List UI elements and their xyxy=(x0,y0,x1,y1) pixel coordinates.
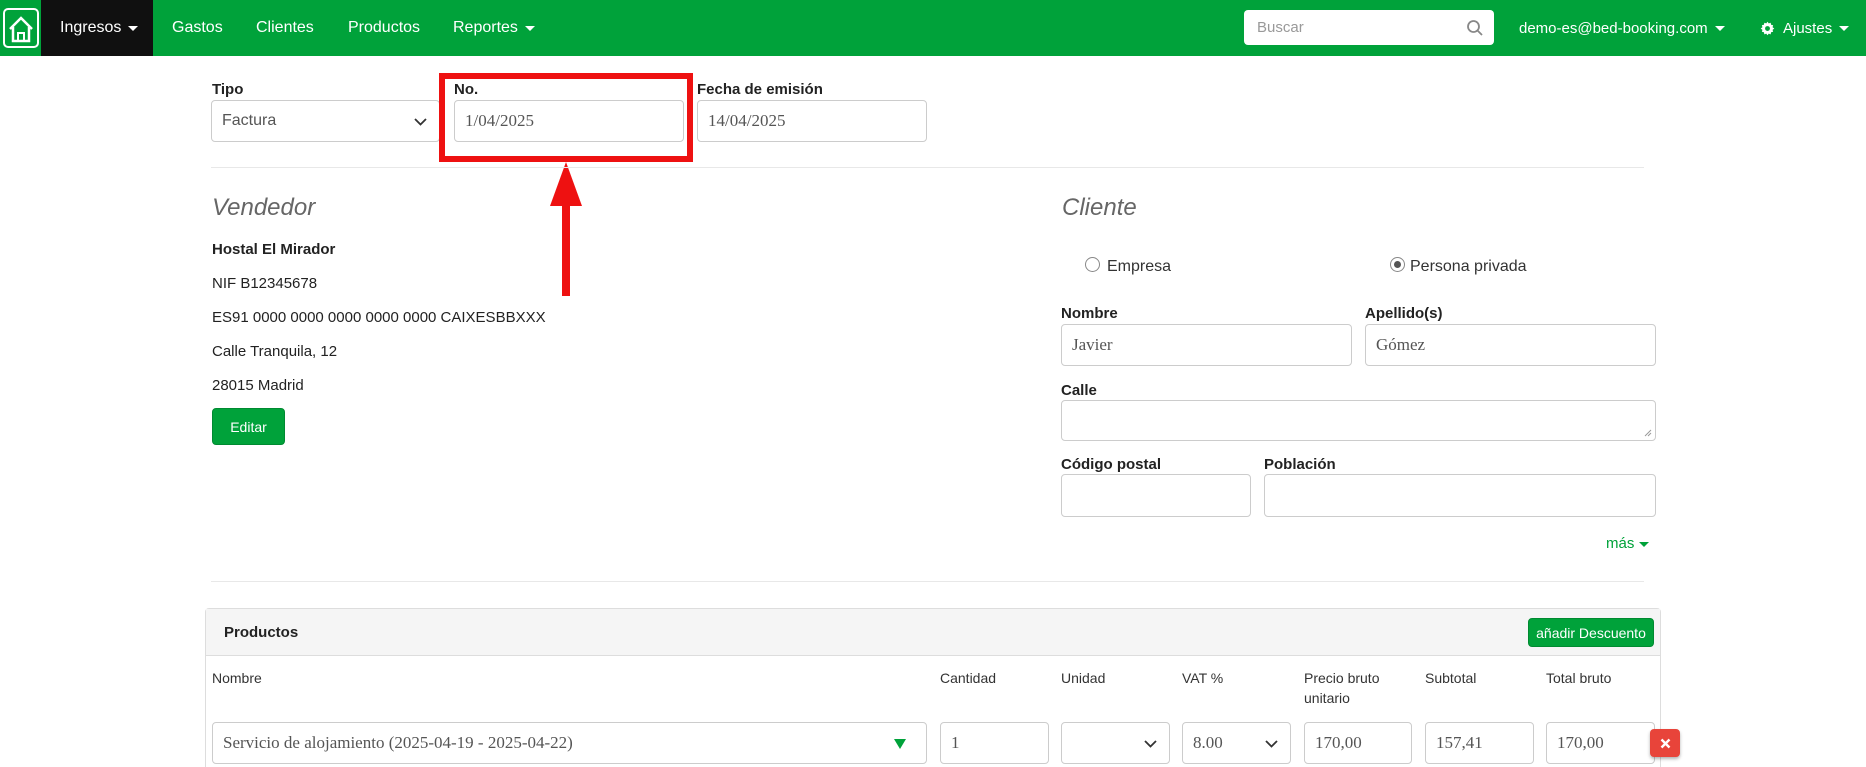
products-panel-header: Productos añadir Descuento xyxy=(206,609,1660,656)
nav-products-label: Productos xyxy=(348,19,421,36)
triangle-down-icon xyxy=(894,739,906,749)
unit-select[interactable] xyxy=(1061,722,1170,764)
client-title: Cliente xyxy=(1062,194,1137,221)
top-navbar: Ingresos Gastos Clientes Productos Repor… xyxy=(0,0,1866,56)
caret-down-icon xyxy=(524,25,535,31)
nav-clients[interactable]: Clientes xyxy=(256,0,314,56)
divider xyxy=(211,167,1644,168)
resize-handle-icon[interactable] xyxy=(1644,429,1652,437)
col-header-quantity: Cantidad xyxy=(940,670,997,686)
col-header-subtotal: Subtotal xyxy=(1425,670,1477,686)
more-link-label: más xyxy=(1606,535,1635,552)
first-name-label: Nombre xyxy=(1061,305,1118,322)
search-box xyxy=(1244,10,1494,45)
divider xyxy=(211,581,1644,582)
issue-date-label: Fecha de emisión xyxy=(697,81,823,98)
quantity-field[interactable] xyxy=(940,722,1049,764)
col-header-name: Nombre xyxy=(212,670,262,686)
postal-code-field[interactable] xyxy=(1061,474,1251,517)
postal-code-label: Código postal xyxy=(1061,456,1161,473)
chevron-down-icon xyxy=(1265,740,1278,748)
last-name-field[interactable] xyxy=(1365,324,1656,366)
quantity-input[interactable] xyxy=(951,733,1038,753)
issue-date-field[interactable] xyxy=(697,100,927,142)
first-name-field[interactable] xyxy=(1061,324,1352,366)
caret-down-icon xyxy=(1639,541,1650,547)
type-select[interactable]: Factura xyxy=(211,100,440,142)
first-name-input[interactable] xyxy=(1072,335,1341,355)
issue-date-input[interactable] xyxy=(708,111,916,131)
add-discount-button[interactable]: añadir Descuento xyxy=(1528,618,1654,647)
red-arrow-icon xyxy=(550,162,582,296)
unit-price-field[interactable] xyxy=(1304,722,1412,764)
radio-private-person[interactable] xyxy=(1390,257,1405,272)
chevron-down-icon xyxy=(414,118,427,126)
type-label: Tipo xyxy=(212,81,244,98)
edit-seller-button[interactable]: Editar xyxy=(212,408,285,445)
seller-title: Vendedor xyxy=(212,194,316,221)
products-title: Productos xyxy=(224,624,299,641)
home-icon[interactable] xyxy=(0,0,41,56)
street-label: Calle xyxy=(1061,382,1097,399)
unit-price-input[interactable] xyxy=(1315,733,1401,753)
col-header-unit-price: Precio bruto unitario xyxy=(1304,670,1380,706)
caret-down-icon xyxy=(1839,25,1850,31)
radio-company[interactable] xyxy=(1085,257,1100,272)
subtotal-field[interactable] xyxy=(1425,722,1534,764)
total-input[interactable] xyxy=(1557,733,1644,753)
chevron-down-icon xyxy=(1144,740,1157,748)
street-textarea[interactable] xyxy=(1061,400,1656,441)
last-name-label: Apellido(s) xyxy=(1365,305,1443,322)
radio-company-label: Empresa xyxy=(1107,258,1172,275)
type-select-value: Factura xyxy=(222,112,277,129)
total-field[interactable] xyxy=(1546,722,1655,764)
nav-products[interactable]: Productos xyxy=(348,0,420,56)
delete-row-button[interactable] xyxy=(1650,729,1680,757)
city-label: Población xyxy=(1264,456,1336,473)
vat-select-value: 8.00 xyxy=(1193,733,1223,752)
caret-down-icon xyxy=(1714,25,1725,31)
seller-iban: ES91 0000 0000 0000 0000 0000 CAIXESBBXX… xyxy=(212,309,546,326)
highlight-box xyxy=(439,73,693,162)
seller-name: Hostal El Mirador xyxy=(212,241,336,258)
seller-street: Calle Tranquila, 12 xyxy=(212,343,338,360)
search-icon[interactable] xyxy=(1466,19,1484,37)
settings-label: Ajustes xyxy=(1783,19,1833,37)
nav-reports-menu[interactable]: Reportes xyxy=(453,0,535,56)
seller-city: 28015 Madrid xyxy=(212,377,304,394)
postal-code-input[interactable] xyxy=(1072,485,1240,506)
last-name-input[interactable] xyxy=(1376,335,1645,355)
product-name-value: Servicio de alojamiento (2025-04-19 - 20… xyxy=(223,733,573,752)
nav-clients-label: Clientes xyxy=(256,19,314,36)
col-header-total: Total bruto xyxy=(1546,670,1612,686)
gear-icon xyxy=(1760,21,1775,35)
user-menu[interactable]: demo-es@bed-booking.com xyxy=(1519,0,1725,56)
col-header-vat: VAT % xyxy=(1182,670,1224,686)
more-link[interactable]: más xyxy=(1606,535,1650,552)
search-input[interactable] xyxy=(1244,10,1494,45)
col-header-unit: Unidad xyxy=(1061,670,1106,686)
city-field[interactable] xyxy=(1264,474,1656,517)
close-icon xyxy=(1660,738,1670,748)
nav-reports-label: Reportes xyxy=(453,19,518,36)
nav-income-label: Ingresos xyxy=(60,19,122,36)
caret-down-icon xyxy=(128,25,139,31)
product-name-select[interactable]: Servicio de alojamiento (2025-04-19 - 20… xyxy=(212,722,927,764)
subtotal-input[interactable] xyxy=(1436,733,1523,753)
nav-expenses-label: Gastos xyxy=(172,19,223,36)
settings-menu[interactable]: Ajustes xyxy=(1760,0,1850,56)
nav-expenses[interactable]: Gastos xyxy=(172,0,223,56)
city-input[interactable] xyxy=(1275,485,1645,506)
vat-select[interactable]: 8.00 xyxy=(1182,722,1291,764)
radio-private-label: Persona privada xyxy=(1410,258,1527,275)
user-email: demo-es@bed-booking.com xyxy=(1519,19,1708,37)
nav-income-menu[interactable]: Ingresos xyxy=(41,0,153,56)
seller-nif: NIF B12345678 xyxy=(212,275,318,292)
